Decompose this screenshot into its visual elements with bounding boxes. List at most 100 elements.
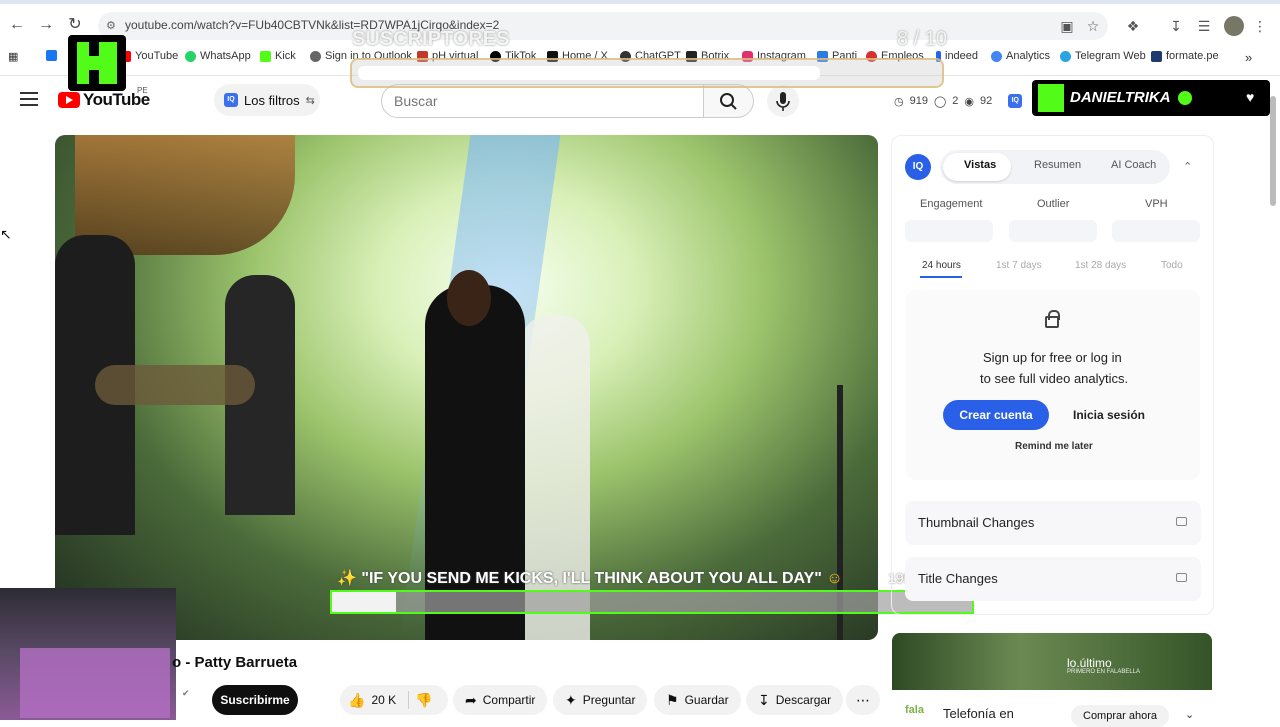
- share-button[interactable]: ➦ Compartir: [453, 685, 548, 715]
- bookmark-whatsapp[interactable]: WhatsApp: [185, 50, 251, 62]
- download-icon: ↧: [758, 691, 770, 708]
- search-input[interactable]: [394, 92, 684, 110]
- facebook-bookmark[interactable]: [46, 50, 57, 61]
- thumbnail-changes-row[interactable]: Thumbnail Changes: [905, 501, 1201, 545]
- signup-prompt-line2: to see full video analytics.: [980, 371, 1129, 386]
- download-button[interactable]: ↧ Descargar: [746, 685, 844, 715]
- webcam-background: [20, 648, 170, 718]
- ad-title: Telefonía en: [943, 706, 1014, 721]
- back-icon[interactable]: ←: [6, 14, 28, 36]
- falabella-logo: fala: [905, 704, 924, 716]
- like-dislike-group: 👍 20 K 👎: [340, 685, 448, 715]
- smile-emoji-icon: ☺: [821, 570, 843, 587]
- collapse-chevron-icon[interactable]: ⌃: [1183, 160, 1192, 173]
- title-changes-row[interactable]: Title Changes: [905, 557, 1201, 601]
- forward-icon[interactable]: →: [35, 14, 57, 36]
- reload-icon[interactable]: ↻: [64, 14, 86, 36]
- range-24-hours[interactable]: 24 hours: [922, 260, 961, 271]
- search-button[interactable]: [704, 84, 754, 118]
- address-bar[interactable]: ⚙ youtube.com/watch?v=FUb40CBTVNk&list=R…: [98, 12, 1108, 40]
- bookmark-star-icon[interactable]: ☆: [1083, 16, 1103, 36]
- bookmark-kick[interactable]: Kick: [260, 50, 296, 62]
- google-icon: [991, 50, 1002, 62]
- tab-resumen[interactable]: Resumen: [1034, 159, 1081, 171]
- profile-avatar[interactable]: [1224, 16, 1244, 36]
- sub-goal-progress-fill: [358, 66, 821, 80]
- range-7-days[interactable]: 1st 7 days: [996, 260, 1042, 271]
- webcam-feed: [0, 588, 176, 720]
- search-icon: [720, 93, 737, 110]
- cast-icon[interactable]: ▣: [1057, 16, 1077, 36]
- login-button[interactable]: Inicia sesión: [1060, 400, 1158, 430]
- region-code: PE: [137, 86, 148, 95]
- filters-button[interactable]: IQ Los filtros ⇆: [214, 84, 320, 116]
- kick-alert-text: ✨ "IF YOU SEND ME KICKS, I'LL THINK ABOU…: [337, 570, 843, 587]
- like-icon[interactable]: 👍: [348, 692, 365, 709]
- video-title: o - Patty Barrueta: [172, 654, 298, 671]
- metric-vph-value: [1112, 220, 1200, 242]
- ad-brand: lo.último: [1067, 656, 1112, 670]
- lock-icon: [1176, 517, 1187, 526]
- bookmark-telegram[interactable]: Telegram Web: [1060, 50, 1146, 62]
- subscribe-button[interactable]: Suscribirme: [212, 685, 298, 715]
- metric-outlier-value: [1009, 220, 1097, 242]
- more-bookmarks-icon[interactable]: »: [1245, 50, 1252, 65]
- views-icon: ◷: [894, 95, 904, 108]
- metric-outlier-label: Outlier: [1037, 198, 1070, 210]
- more-actions-button[interactable]: ⋯: [846, 685, 880, 715]
- kick-goal-progress-bar: [330, 590, 974, 614]
- globe-icon: [310, 50, 321, 62]
- range-all[interactable]: Todo: [1161, 260, 1183, 271]
- vidiq-stats: ◷ 919 ◯ 2 ◉ 92 IQ: [894, 94, 1023, 108]
- remind-later-link[interactable]: Remind me later: [1015, 441, 1093, 452]
- bookmark-analytics[interactable]: Analytics: [991, 50, 1050, 62]
- sub-goal-count: 8 / 10: [897, 28, 948, 50]
- more-horizontal-icon: ⋯: [856, 691, 870, 708]
- apps-icon[interactable]: ▦: [8, 50, 18, 63]
- metric-engagement-label: Engagement: [920, 198, 983, 210]
- youtube-logo[interactable]: YouTube PE: [58, 86, 150, 110]
- extensions-icon[interactable]: ❖: [1123, 16, 1143, 36]
- range-28-days[interactable]: 1st 28 days: [1075, 260, 1126, 271]
- eye-icon: ◉: [964, 95, 975, 108]
- channel-name: DANIELTRIKA: [1070, 89, 1171, 106]
- sliders-icon: ⇆: [305, 94, 315, 107]
- ad-brand-sub: PRIMERO EN FALABELLA: [1067, 669, 1141, 675]
- vidiq-logo: IQ: [905, 154, 931, 180]
- voice-search-button[interactable]: [767, 85, 799, 117]
- bookmark-icon: ⚑: [666, 691, 679, 708]
- menu-icon[interactable]: ⋮: [1250, 16, 1270, 36]
- kick-logo: [68, 35, 126, 91]
- youtube-play-icon: [58, 92, 80, 108]
- media-icon[interactable]: ☰: [1194, 16, 1214, 36]
- verified-badge-icon: ✔: [182, 688, 190, 698]
- kick-goal-progress-fill: [332, 592, 396, 612]
- heart-icon: ♥: [1246, 89, 1255, 105]
- sparkle-icon: ✦: [565, 691, 577, 708]
- ad-banner-image[interactable]: [892, 633, 1212, 690]
- vidiq-icon: IQ: [224, 93, 238, 107]
- chevron-down-icon[interactable]: ⌄: [1185, 708, 1194, 721]
- verified-icon: [1178, 91, 1192, 105]
- bookmark-youtube[interactable]: YouTube: [120, 50, 178, 62]
- dislike-icon[interactable]: 👎: [415, 692, 432, 709]
- tab-ai-coach[interactable]: AI Coach: [1111, 159, 1156, 171]
- create-account-button[interactable]: Crear cuenta: [943, 400, 1049, 430]
- site-info-icon[interactable]: ⚙: [106, 19, 116, 32]
- tab-vistas[interactable]: Vistas: [964, 159, 996, 171]
- range-active-underline: [920, 276, 962, 278]
- search-box: [381, 84, 704, 118]
- vidiq-icon[interactable]: IQ: [1008, 94, 1023, 108]
- hamburger-menu-icon[interactable]: [20, 92, 38, 106]
- ask-button[interactable]: ✦ Preguntar: [553, 685, 648, 715]
- whatsapp-icon: [185, 50, 196, 62]
- ad-cta-button[interactable]: Comprar ahora: [1071, 705, 1169, 727]
- save-button[interactable]: ⚑ Guardar: [654, 685, 741, 715]
- singer-head: [447, 270, 491, 326]
- page-scrollbar[interactable]: [1270, 96, 1276, 206]
- like-count[interactable]: 20 K: [371, 693, 396, 707]
- bookmark-formate[interactable]: formate.pe: [1151, 50, 1219, 62]
- download-icon[interactable]: ↧: [1166, 16, 1186, 36]
- kick-icon: [260, 50, 271, 62]
- video-player[interactable]: [55, 135, 878, 640]
